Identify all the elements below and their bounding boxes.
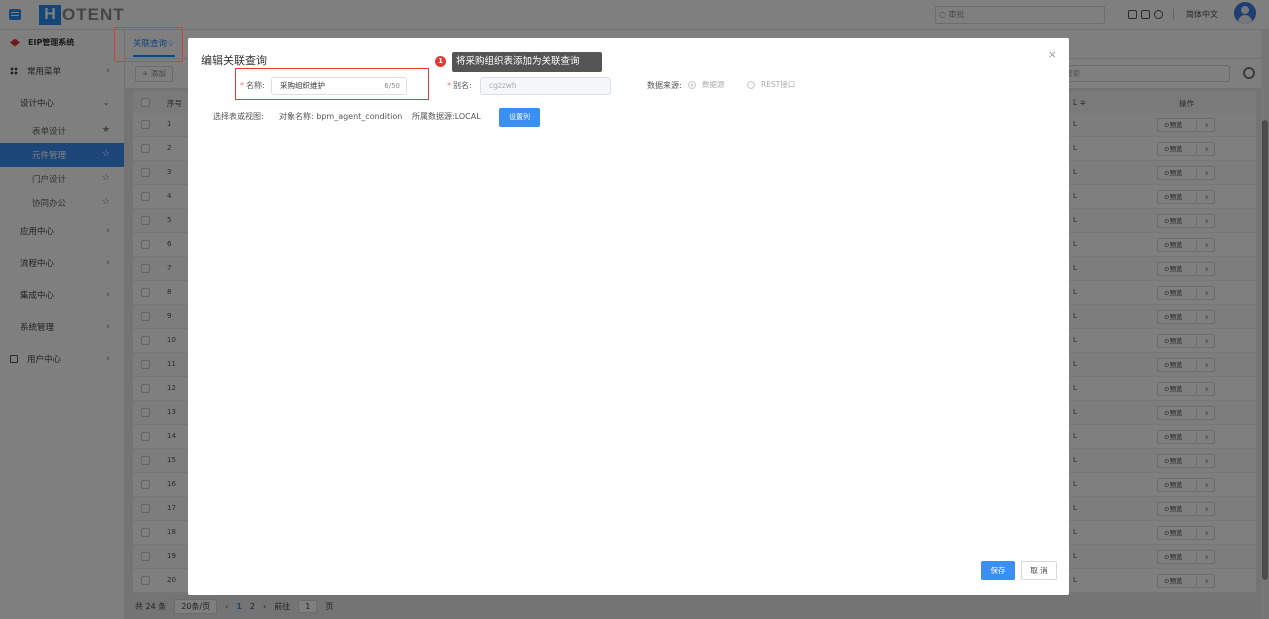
alias-input[interactable]: cgzzwh bbox=[480, 77, 611, 95]
source-label: 数据来源: bbox=[647, 81, 682, 90]
radio-datasource[interactable]: 数据源 bbox=[688, 79, 725, 90]
dialog-title: 编辑关联查询 bbox=[201, 54, 267, 67]
set-columns-button[interactable]: 设置列 bbox=[499, 108, 540, 127]
name-label: * 名称: bbox=[240, 81, 265, 90]
cancel-button[interactable]: 取 消 bbox=[1021, 561, 1057, 580]
edit-related-query-dialog: 编辑关联查询 × * 名称: 采购组织维护 6/50 * 别名: cgzzwh 数据… bbox=[188, 38, 1069, 595]
step-tooltip: 将采购组织表添加为关联查询 bbox=[452, 52, 602, 72]
save-button[interactable]: 保存 bbox=[981, 561, 1015, 580]
highlight-tab-box bbox=[114, 27, 183, 62]
datasource-info: 所属数据源:LOCAL bbox=[412, 112, 481, 121]
name-value: 采购组织维护 bbox=[280, 81, 325, 90]
select-table-label: 选择表或视图: bbox=[213, 112, 264, 121]
datasource-value: LOCAL bbox=[454, 112, 481, 121]
radio-label: REST接口 bbox=[761, 80, 796, 89]
radio-label: 数据源 bbox=[702, 80, 725, 89]
name-counter: 6/50 bbox=[384, 82, 400, 90]
radio-rest[interactable]: REST接口 bbox=[747, 79, 795, 90]
name-input[interactable]: 采购组织维护 6/50 bbox=[271, 77, 407, 95]
step-badge: 1 bbox=[435, 56, 446, 67]
radio-checked-icon bbox=[688, 80, 696, 89]
radio-icon bbox=[747, 80, 755, 89]
close-icon[interactable]: × bbox=[1048, 48, 1057, 61]
object-name-value: bpm_agent_condition bbox=[316, 112, 403, 121]
alias-label: * 别名: bbox=[447, 81, 472, 90]
object-name-info: 对象名称: bpm_agent_condition bbox=[279, 112, 403, 121]
